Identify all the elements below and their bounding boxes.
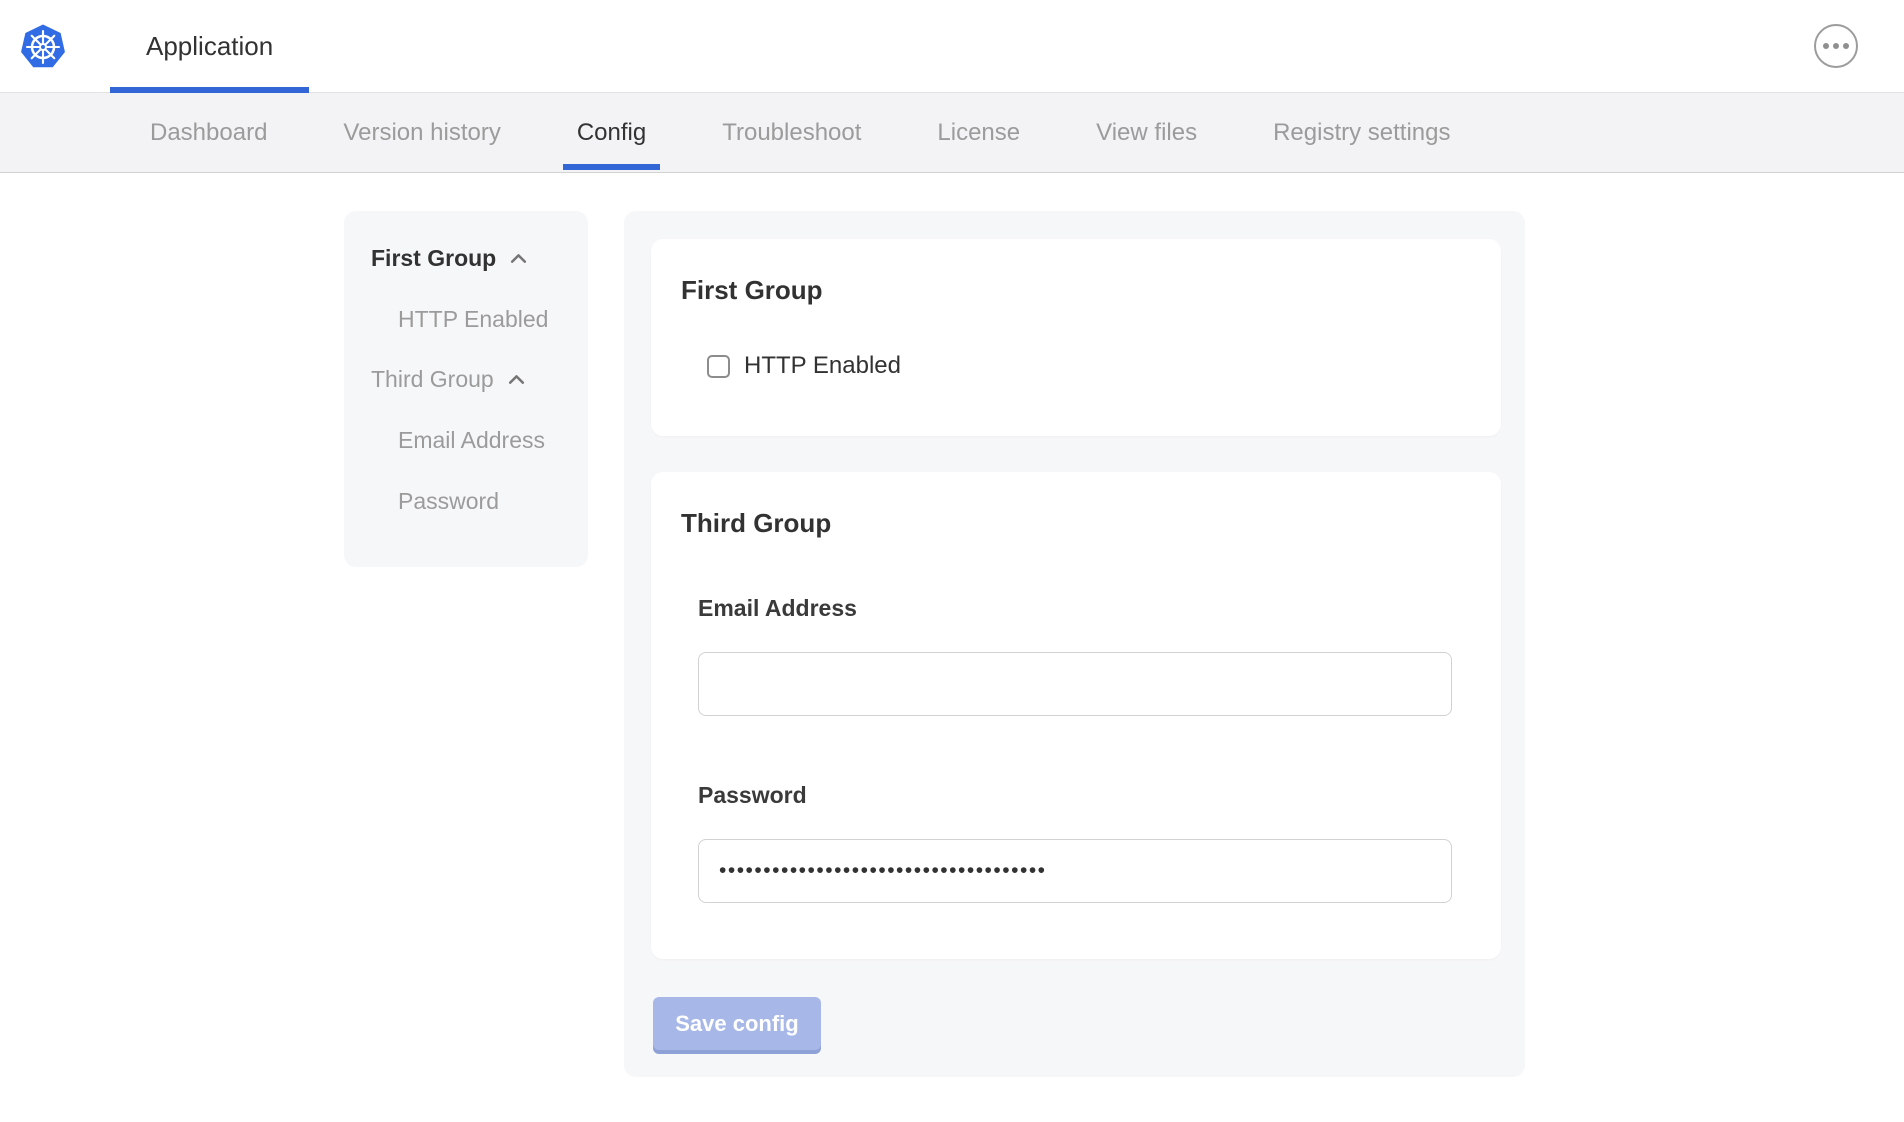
chevron-up-icon bbox=[508, 248, 529, 269]
app-tab-label: Application bbox=[146, 31, 273, 62]
config-main-panel: First Group HTTP Enabled Third Group Ema… bbox=[624, 211, 1525, 1077]
password-field: Password bbox=[698, 782, 1471, 903]
nav-tab-registry-settings[interactable]: Registry settings bbox=[1235, 93, 1488, 172]
app-navbar: Dashboard Version history Config Trouble… bbox=[0, 93, 1904, 173]
nav-tab-license[interactable]: License bbox=[899, 93, 1058, 172]
sidebar-group-label: Third Group bbox=[371, 366, 494, 393]
app-header: Application bbox=[0, 0, 1904, 93]
nav-tab-dashboard[interactable]: Dashboard bbox=[112, 93, 305, 172]
http-enabled-field: HTTP Enabled bbox=[707, 352, 1471, 380]
nav-tab-version-history[interactable]: Version history bbox=[305, 93, 538, 172]
save-config-button[interactable]: Save config bbox=[653, 997, 821, 1050]
chevron-up-icon bbox=[506, 369, 527, 390]
config-groups-sidebar: First Group HTTP Enabled Third Group Ema… bbox=[344, 211, 588, 567]
nav-tab-view-files[interactable]: View files bbox=[1058, 93, 1235, 172]
card-title: First Group bbox=[681, 275, 1471, 306]
http-enabled-checkbox[interactable] bbox=[707, 355, 730, 378]
email-address-label: Email Address bbox=[698, 595, 1471, 622]
config-card-third-group: Third Group Email Address Password bbox=[651, 472, 1501, 959]
ellipsis-dot bbox=[1833, 43, 1839, 49]
header-spacer bbox=[309, 0, 1814, 92]
sidebar-group-first-group[interactable]: First Group bbox=[371, 245, 568, 272]
sidebar-item-http-enabled[interactable]: HTTP Enabled bbox=[398, 305, 568, 333]
sidebar-item-password[interactable]: Password bbox=[398, 487, 568, 515]
nav-tab-troubleshoot[interactable]: Troubleshoot bbox=[684, 93, 899, 172]
sidebar-item-email-address[interactable]: Email Address bbox=[398, 426, 568, 454]
tab-application[interactable]: Application bbox=[110, 0, 309, 92]
email-address-field: Email Address bbox=[698, 595, 1471, 716]
password-label: Password bbox=[698, 782, 1471, 809]
ellipsis-dot bbox=[1823, 43, 1829, 49]
password-input[interactable] bbox=[698, 839, 1452, 903]
overflow-menu-button[interactable] bbox=[1814, 24, 1858, 68]
sidebar-group-third-group[interactable]: Third Group bbox=[371, 366, 568, 393]
kubernetes-logo-icon bbox=[18, 20, 68, 72]
ellipsis-dot bbox=[1843, 43, 1849, 49]
config-card-first-group: First Group HTTP Enabled bbox=[651, 239, 1501, 436]
nav-tab-config[interactable]: Config bbox=[539, 93, 684, 172]
logo-container bbox=[0, 0, 68, 92]
config-page-content: First Group HTTP Enabled Third Group Ema… bbox=[344, 211, 1904, 1077]
http-enabled-label[interactable]: HTTP Enabled bbox=[744, 352, 901, 380]
email-address-input[interactable] bbox=[698, 652, 1452, 716]
card-title: Third Group bbox=[681, 508, 1471, 539]
sidebar-group-label: First Group bbox=[371, 245, 496, 272]
